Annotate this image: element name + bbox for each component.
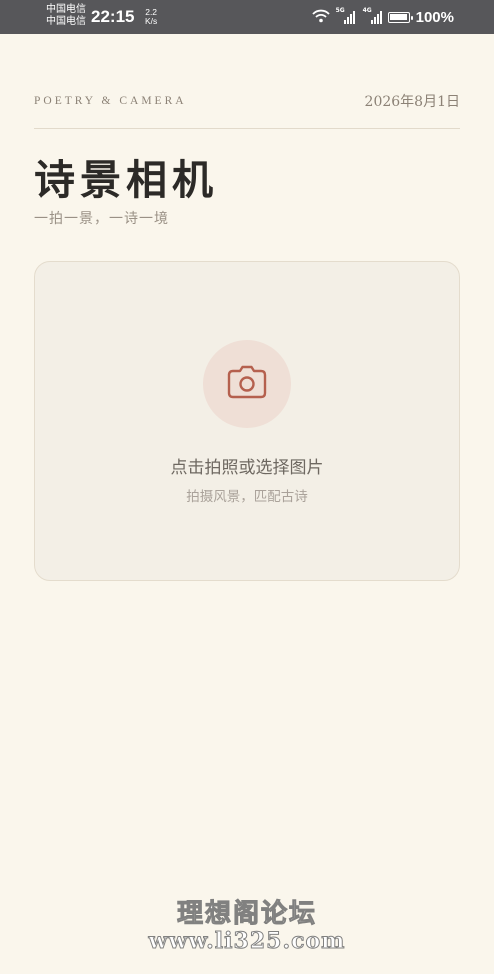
battery-percent: 100%: [415, 8, 454, 26]
signal-icon: 5G: [336, 7, 355, 24]
page-title: 诗景相机: [34, 156, 218, 204]
camera-icon: [227, 365, 267, 403]
upload-photo-button[interactable]: 点击拍照或选择图片 拍摄风景，匹配古诗: [34, 261, 460, 581]
page-subtitle: 一拍一景，一诗一境: [34, 211, 169, 227]
carrier-1: 中国电信: [46, 4, 86, 15]
camera-icon-circle: [203, 340, 291, 428]
current-date: 2026年8月1日: [364, 94, 460, 110]
app-kicker: POETRY & CAMERA: [34, 95, 187, 107]
clock: 22:15: [91, 7, 135, 26]
battery-icon: [387, 11, 413, 23]
net-speed: 2.2 K/s: [145, 8, 157, 26]
watermark-title: 理想阁论坛: [176, 899, 317, 930]
upload-subtitle: 拍摄风景，匹配古诗: [186, 489, 308, 505]
sim1-tag: 5G: [335, 7, 345, 14]
watermark-url: www.li325.com: [148, 928, 346, 955]
wifi-icon: [311, 8, 330, 27]
net-speed-unit: K/s: [145, 16, 158, 26]
carrier-names: 中国电信 中国电信: [46, 4, 86, 28]
header-divider: [34, 128, 460, 129]
status-icons: 5G 4G 100%: [311, 7, 454, 27]
signal-icon: 4G: [363, 7, 382, 24]
upload-title: 点击拍照或选择图片: [170, 458, 324, 478]
sim2-tag: 4G: [362, 7, 372, 14]
carrier-2: 中国电信: [46, 16, 86, 27]
status-bar: 中国电信 中国电信 22:15 2.2 K/s 5G 4G 100%: [0, 0, 494, 34]
